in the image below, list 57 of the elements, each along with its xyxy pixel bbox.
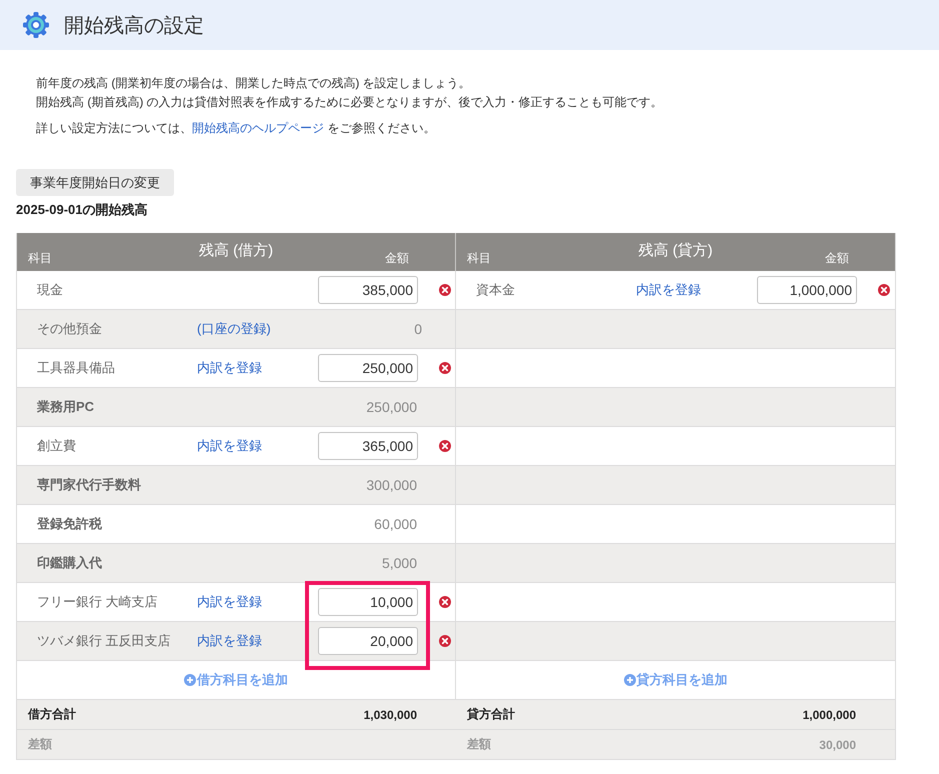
breakdown-link[interactable]: 内訳を登録: [197, 633, 262, 648]
column-title: 残高 (借方): [198, 241, 274, 260]
account-name: 専門家代行手数料: [37, 477, 141, 492]
delete-icon[interactable]: [439, 596, 451, 608]
plus-circle-icon: [184, 674, 196, 686]
breakdown-link[interactable]: (口座の登録): [197, 321, 271, 336]
difference-amount: 30,000: [819, 738, 856, 752]
account-name: 業務用PC: [37, 399, 94, 414]
breakdown-link[interactable]: 内訳を登録: [197, 360, 262, 375]
amount-input[interactable]: 250,000: [318, 354, 418, 382]
column-title: 残高 (貸方): [638, 241, 713, 260]
amount-input[interactable]: 365,000: [318, 432, 418, 460]
difference-label: 差額: [28, 736, 52, 753]
balance-heading: 2025-09-01の開始残高: [16, 201, 148, 219]
breakdown-link[interactable]: 内訳を登録: [636, 282, 701, 297]
total-label: 貸方合計: [467, 706, 515, 723]
account-name: ツバメ銀行 五反田支店: [37, 633, 171, 648]
column-label: 金額: [825, 250, 849, 267]
total-amount: 1,030,000: [364, 708, 417, 722]
column-label: 科目: [467, 250, 491, 267]
account-name: 創立費: [37, 438, 76, 453]
plus-circle-icon: [624, 674, 636, 686]
delete-icon[interactable]: [439, 284, 451, 296]
account-name: 現金: [37, 282, 63, 297]
account-name: 資本金: [476, 282, 515, 297]
total-label: 借方合計: [28, 706, 76, 723]
total-amount: 1,000,000: [802, 708, 856, 722]
account-name: フリー銀行 大崎支店: [37, 594, 158, 609]
column-label: 科目: [28, 250, 52, 267]
change-start-date-button[interactable]: 事業年度開始日の変更: [16, 169, 174, 196]
amount-text: 0: [414, 321, 423, 337]
amount-input[interactable]: 385,000: [318, 276, 418, 304]
intro-text: 開始残高 (期首残高) の入力は貸借対照表を作成するために必要となりますが、後で入力・修正することも可能です。: [36, 94, 664, 111]
gear-icon: [22, 11, 50, 39]
delete-icon[interactable]: [439, 440, 451, 452]
breakdown-link[interactable]: 内訳を登録: [197, 438, 262, 453]
column-label: 金額: [385, 250, 409, 267]
amount-text: 5,000: [382, 555, 418, 571]
delete-icon[interactable]: [439, 362, 451, 374]
account-name: 印鑑購入代: [37, 555, 102, 570]
account-name: 登録免許税: [37, 516, 102, 531]
help-text: 詳しい設定方法については、開始残高のヘルプページ をご参照ください。: [36, 120, 436, 137]
amount-input[interactable]: 1,000,000: [757, 276, 857, 304]
amount-text: 250,000: [366, 399, 418, 415]
delete-icon[interactable]: [439, 635, 451, 647]
amount-text: 60,000: [374, 516, 418, 532]
amount-input[interactable]: 20,000: [318, 627, 418, 655]
page-title: 開始残高の設定: [64, 14, 204, 38]
delete-icon[interactable]: [878, 284, 890, 296]
help-link[interactable]: 開始残高のヘルプページ: [192, 121, 324, 135]
intro-text: 前年度の残高 (開業初年度の場合は、開業した時点での残高) を設定しましょう。: [36, 75, 472, 92]
amount-text: 300,000: [366, 477, 418, 493]
difference-label: 差額: [467, 736, 491, 753]
account-name: 工具器具備品: [37, 360, 115, 375]
amount-input[interactable]: 10,000: [318, 588, 418, 616]
breakdown-link[interactable]: 内訳を登録: [197, 594, 262, 609]
account-name: その他預金: [37, 321, 102, 336]
